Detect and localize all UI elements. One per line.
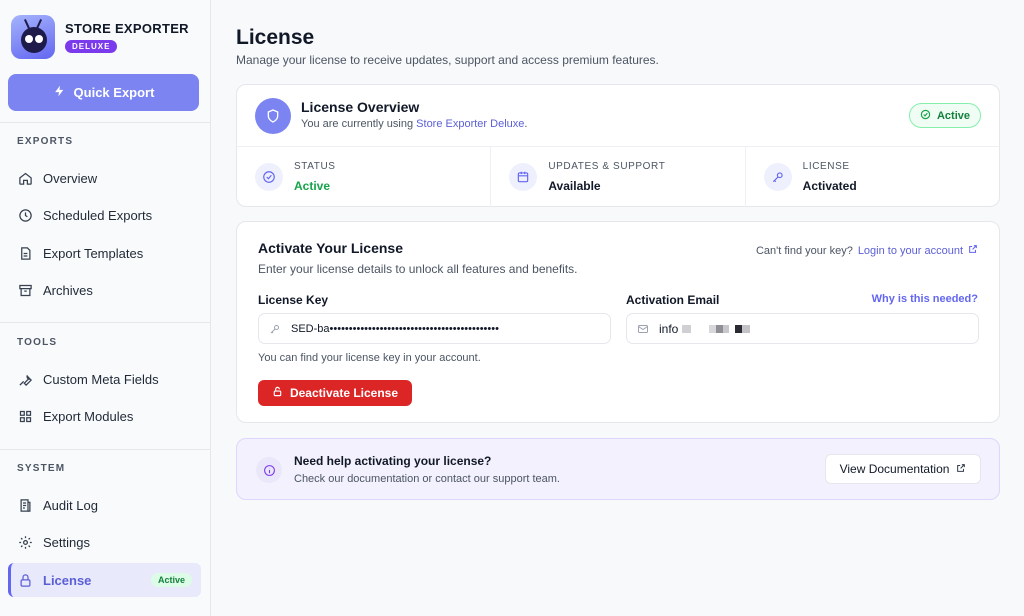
help-card: Need help activating your license? Check… [236,438,1000,500]
sidebar-item-label: License [43,572,92,588]
sidebar-item-license[interactable]: License Active [8,563,201,597]
sidebar-divider [0,122,210,123]
unlock-icon [272,386,283,400]
stat-updates-support: UPDATES & SUPPORT Available [491,147,746,207]
account-help: Can't find your key? Login to your accou… [756,244,978,257]
sidebar-item-archives[interactable]: Archives [8,273,201,307]
activate-title: Activate Your License [258,240,403,256]
license-active-badge: Active [150,573,192,587]
redacted-email [681,322,750,336]
stat-status: STATUS Active [237,147,492,207]
stat-label: UPDATES & SUPPORT [548,161,666,172]
help-title: Need help activating your license? [294,454,492,468]
grid-icon [17,408,33,424]
view-documentation-button[interactable]: View Documentation [825,454,981,484]
brand-name: STORE EXPORTER [65,20,189,36]
brand[interactable]: STORE EXPORTER DELUXE [11,15,189,59]
deactivate-license-button[interactable]: Deactivate License [258,380,412,406]
external-link-icon [968,244,978,257]
section-title-tools: TOOLS [17,337,58,348]
license-key-input[interactable]: SED-ba••••••••••••••••••••••••••••••••••… [258,313,611,344]
sidebar-item-overview[interactable]: Overview [8,161,201,195]
stat-label: LICENSE [802,161,850,172]
sidebar-item-label: Export Templates [43,245,144,261]
sidebar-item-export-modules[interactable]: Export Modules [8,399,201,433]
brand-badge: DELUXE [65,39,118,53]
store-exporter-logo [11,15,55,59]
email-visible-part: info [659,321,679,336]
sidebar-item-label: Settings [43,534,90,550]
lock-icon [17,572,33,588]
sidebar-item-custom-meta-fields[interactable]: Custom Meta Fields [8,362,201,396]
document-icon [17,245,33,261]
archive-icon [17,282,33,298]
sidebar-item-settings[interactable]: Settings [8,525,201,559]
sidebar-item-label: Archives [43,282,93,298]
activation-email-value: info [659,322,750,336]
lightning-icon [53,84,66,101]
sidebar-item-scheduled-exports[interactable]: Scheduled Exports [8,198,201,232]
sidebar-item-label: Export Modules [43,408,134,424]
activation-email-label: Activation Email [626,293,720,307]
page-subtitle: Manage your license to receive updates, … [236,53,659,67]
key-icon [763,163,792,191]
quick-export-button[interactable]: Quick Export [8,74,199,111]
quick-export-label: Quick Export [73,85,155,100]
subtitle-prefix: You are currently using [301,118,417,130]
section-title-exports: EXPORTS [17,136,74,147]
license-overview-subtitle: You are currently using Store Exporter D… [301,118,527,130]
section-title-system: SYSTEM [17,463,66,474]
clock-icon [17,207,33,223]
sidebar-item-label: Scheduled Exports [43,207,153,223]
license-stats: STATUS Active UPDATES & SUPPORT Availabl… [237,146,999,207]
stat-license: LICENSE Activated [746,147,999,207]
sidebar-item-audit-log[interactable]: Audit Log [8,488,201,522]
status-badge-label: Active [936,109,970,122]
license-overview-title: License Overview [301,99,420,115]
why-needed-link[interactable]: Why is this needed? [872,293,978,305]
activate-license-card: Activate Your License Enter your license… [236,221,1000,423]
activation-email-input[interactable]: info [626,313,979,344]
shield-icon [255,98,291,134]
stat-value: Active [294,179,331,193]
page-title: License [236,26,315,49]
help-text: Can't find your key? [755,244,853,257]
sidebar-item-label: Overview [43,170,98,186]
key-icon [269,323,281,335]
license-key-label: License Key [258,293,329,307]
license-overview-card: License Overview You are currently using… [236,84,1000,207]
check-circle-icon [255,163,283,191]
home-icon [17,170,33,186]
activate-subtitle: Enter your license details to unlock all… [258,262,578,276]
stat-value: Available [548,179,601,193]
help-subtitle: Check our documentation or contact our s… [294,473,560,485]
sidebar-divider [0,449,210,450]
stat-label: STATUS [294,161,336,172]
sidebar-item-label: Custom Meta Fields [43,371,159,387]
sidebar-item-export-templates[interactable]: Export Templates [8,236,201,270]
view-documentation-label: View Documentation [839,462,950,476]
mail-icon [637,323,649,335]
external-link-icon [956,462,966,476]
wrench-icon [17,371,33,387]
stat-value: Activated [802,179,857,193]
license-key-hint: You can find your license key in your ac… [258,352,481,364]
check-circle-icon [920,109,931,123]
sidebar: STORE EXPORTER DELUXE Quick Export EXPOR… [0,0,211,616]
license-key-value: SED-ba••••••••••••••••••••••••••••••••••… [291,322,499,335]
product-link[interactable]: Store Exporter Deluxe [416,118,524,130]
deactivate-label: Deactivate License [289,386,399,400]
log-icon [17,497,33,513]
status-badge: Active [908,103,981,128]
sidebar-item-label: Audit Log [43,497,98,513]
sidebar-divider [0,322,210,323]
login-account-link[interactable]: Login to your account [858,245,963,257]
gear-icon [17,534,33,550]
calendar-icon [509,163,538,191]
info-icon [256,457,282,483]
subtitle-suffix: . [524,118,528,130]
